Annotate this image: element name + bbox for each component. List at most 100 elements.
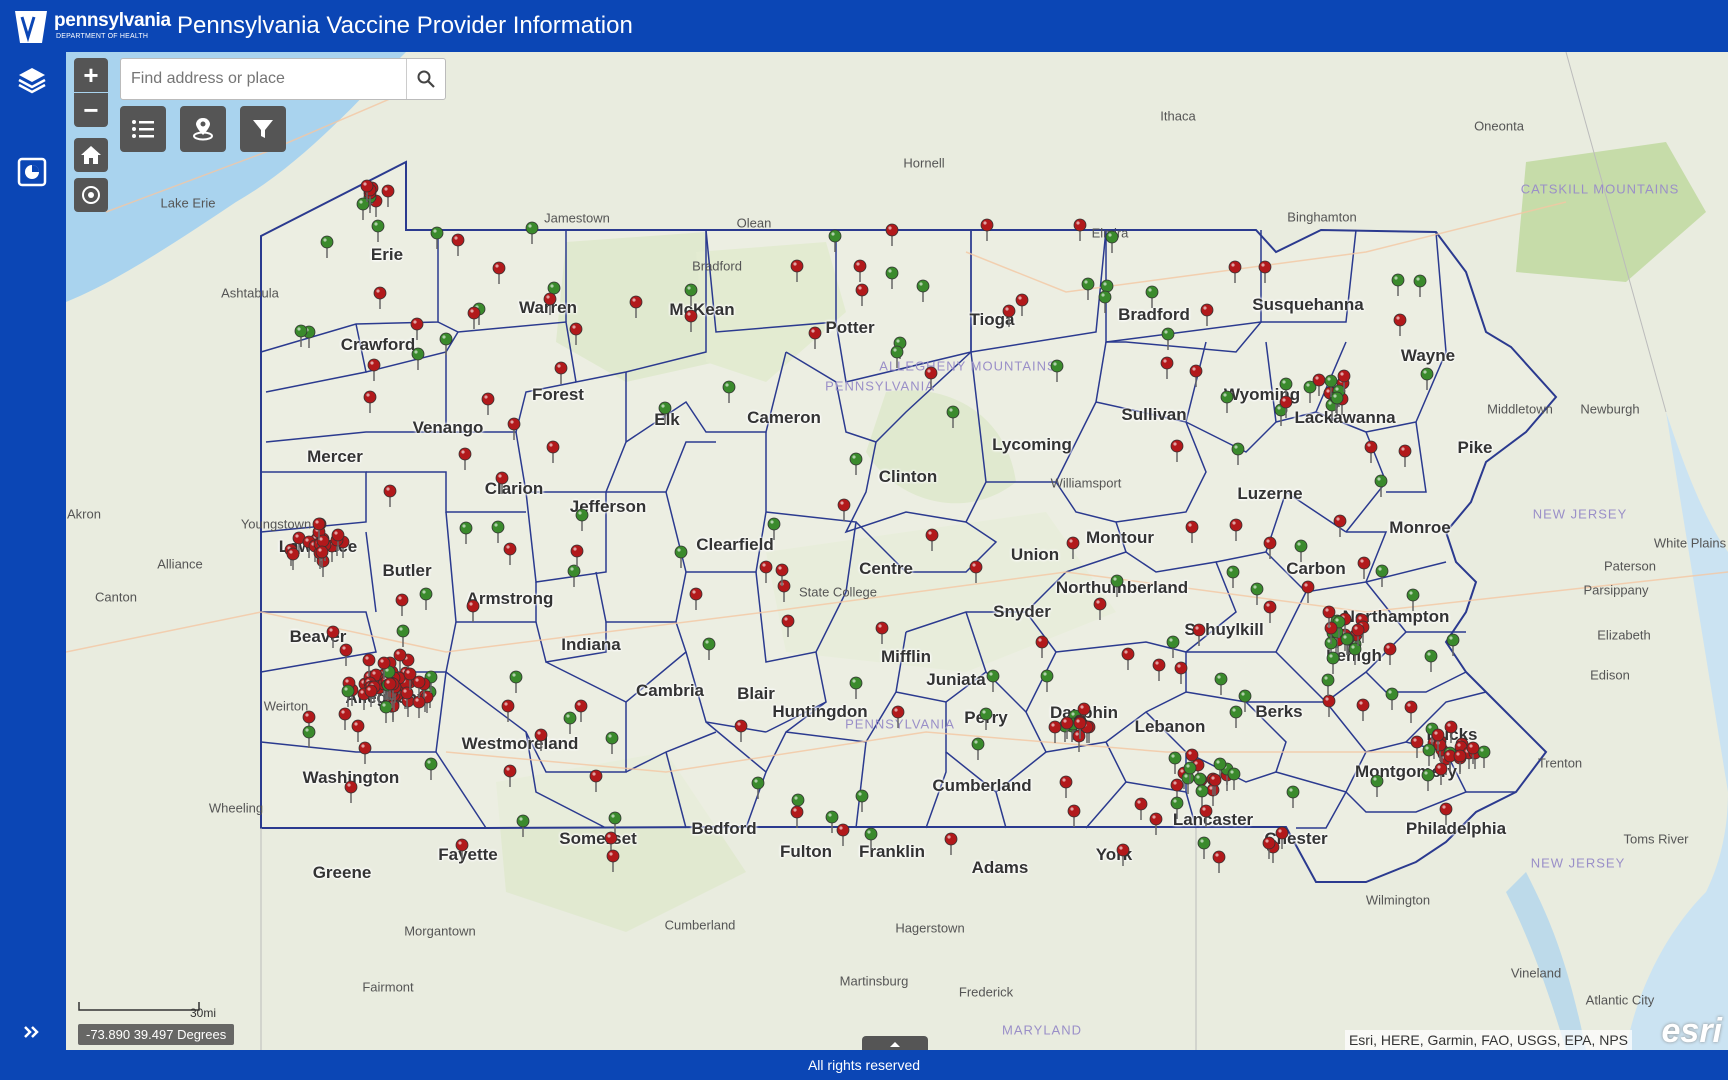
provider-pin-red[interactable]: [944, 832, 958, 856]
provider-pin-green[interactable]: [1098, 290, 1112, 314]
provider-pin-green[interactable]: [294, 324, 308, 348]
provider-pin-red[interactable]: [412, 675, 426, 699]
provider-pin-red[interactable]: [412, 695, 426, 719]
provider-pin-red[interactable]: [367, 358, 381, 382]
provider-pin-green[interactable]: [491, 520, 505, 544]
provider-pin-red[interactable]: [467, 306, 481, 330]
provider-pin-red[interactable]: [339, 643, 353, 667]
provider-pin-red[interactable]: [331, 528, 345, 552]
provider-pin-red[interactable]: [360, 179, 374, 203]
provider-pin-red[interactable]: [1185, 520, 1199, 544]
provider-pin-green[interactable]: [702, 637, 716, 661]
provider-pin-red[interactable]: [606, 849, 620, 873]
provider-pin-red[interactable]: [1152, 658, 1166, 682]
zoom-in-button[interactable]: +: [74, 58, 108, 92]
provider-pin-green[interactable]: [986, 669, 1000, 693]
provider-pin-green[interactable]: [302, 725, 316, 749]
provider-pin-red[interactable]: [1200, 303, 1214, 327]
provider-pin-green[interactable]: [684, 283, 698, 307]
provider-pin-green[interactable]: [371, 219, 385, 243]
provider-pin-red[interactable]: [1199, 804, 1213, 828]
provider-pin-red[interactable]: [1170, 439, 1184, 463]
search-button[interactable]: [406, 59, 445, 99]
provider-pin-red[interactable]: [338, 707, 352, 731]
provider-pin-red[interactable]: [1208, 773, 1222, 797]
provider-pin-red[interactable]: [1398, 444, 1412, 468]
provider-pin-red[interactable]: [534, 728, 548, 752]
provider-pin-green[interactable]: [1220, 390, 1234, 414]
provider-pin-green[interactable]: [430, 226, 444, 250]
provider-pin-green[interactable]: [1161, 327, 1175, 351]
list-button[interactable]: [120, 106, 166, 152]
near-me-button[interactable]: [180, 106, 226, 152]
provider-pin-green[interactable]: [658, 401, 672, 425]
provider-pin-red[interactable]: [1279, 395, 1293, 419]
provider-pin-red[interactable]: [734, 719, 748, 743]
provider-pin-red[interactable]: [326, 625, 340, 649]
provider-pin-green[interactable]: [751, 776, 765, 800]
provider-pin-red[interactable]: [569, 322, 583, 346]
provider-pin-green[interactable]: [1145, 285, 1159, 309]
provider-pin-green[interactable]: [722, 380, 736, 404]
map-view[interactable]: ALLEGHENY MOUNTAINS CATSKILL MOUNTAINS NEW…: [66, 52, 1728, 1050]
provider-pin-red[interactable]: [1149, 812, 1163, 836]
provider-pin-green[interactable]: [605, 731, 619, 755]
provider-pin-red[interactable]: [1093, 597, 1107, 621]
provider-pin-red[interactable]: [507, 417, 521, 441]
provider-pin-red[interactable]: [1337, 369, 1351, 393]
provider-pin-green[interactable]: [320, 235, 334, 259]
provider-pin-green[interactable]: [1238, 689, 1252, 713]
provider-pin-red[interactable]: [875, 621, 889, 645]
provider-pin-green[interactable]: [1214, 672, 1228, 696]
provider-pin-green[interactable]: [396, 624, 410, 648]
provider-pin-green[interactable]: [1227, 767, 1241, 791]
provider-pin-green[interactable]: [563, 711, 577, 735]
provider-pin-red[interactable]: [1393, 313, 1407, 337]
provider-pin-green[interactable]: [1250, 582, 1264, 606]
provider-pin-red[interactable]: [1073, 716, 1087, 740]
provider-pin-red[interactable]: [808, 326, 822, 350]
provider-pin-red[interactable]: [589, 769, 603, 793]
zoom-out-button[interactable]: −: [74, 93, 108, 127]
provider-pin-red[interactable]: [781, 614, 795, 638]
provider-pin-red[interactable]: [1301, 580, 1315, 604]
provider-pin-green[interactable]: [1050, 359, 1064, 383]
provider-pin-red[interactable]: [1066, 536, 1080, 560]
home-button[interactable]: [74, 138, 108, 172]
provider-pin-red[interactable]: [775, 563, 789, 587]
provider-pin-green[interactable]: [971, 737, 985, 761]
provider-pin-green[interactable]: [1105, 230, 1119, 254]
provider-pin-red[interactable]: [393, 648, 407, 672]
provider-pin-red[interactable]: [358, 741, 372, 765]
provider-pin-red[interactable]: [315, 545, 329, 569]
provider-pin-red[interactable]: [1134, 797, 1148, 821]
provider-pin-red[interactable]: [1322, 694, 1336, 718]
provider-pin-red[interactable]: [1263, 536, 1277, 560]
provider-pin-green[interactable]: [1166, 635, 1180, 659]
provider-pin-green[interactable]: [1197, 836, 1211, 860]
provider-pin-red[interactable]: [1404, 700, 1418, 724]
provider-pin-red[interactable]: [1439, 802, 1453, 826]
provider-pin-red[interactable]: [554, 361, 568, 385]
provider-pin-red[interactable]: [1333, 514, 1347, 538]
provider-pin-red[interactable]: [351, 719, 365, 743]
provider-pin-red[interactable]: [924, 366, 938, 390]
provider-pin-red[interactable]: [466, 599, 480, 623]
search-input[interactable]: [129, 65, 383, 93]
provider-pin-red[interactable]: [1262, 836, 1276, 860]
pennsylvania-logo[interactable]: pennsylvania DEPARTMENT OF HEALTH: [12, 7, 172, 47]
provider-pin-green[interactable]: [1446, 633, 1460, 657]
expand-sidebar-button[interactable]: [14, 1014, 50, 1050]
provider-pin-green[interactable]: [1385, 687, 1399, 711]
provider-pin-red[interactable]: [1121, 647, 1135, 671]
provider-pin-green[interactable]: [1422, 743, 1436, 767]
provider-pin-red[interactable]: [455, 838, 469, 862]
provider-pin-red[interactable]: [410, 317, 424, 341]
provider-pin-red[interactable]: [855, 283, 869, 307]
provider-pin-red[interactable]: [1364, 440, 1378, 464]
provider-pin-green[interactable]: [516, 814, 530, 838]
provider-pin-red[interactable]: [1229, 518, 1243, 542]
provider-pin-red[interactable]: [853, 259, 867, 283]
provider-pin-green[interactable]: [1081, 277, 1095, 301]
provider-pin-red[interactable]: [836, 823, 850, 847]
